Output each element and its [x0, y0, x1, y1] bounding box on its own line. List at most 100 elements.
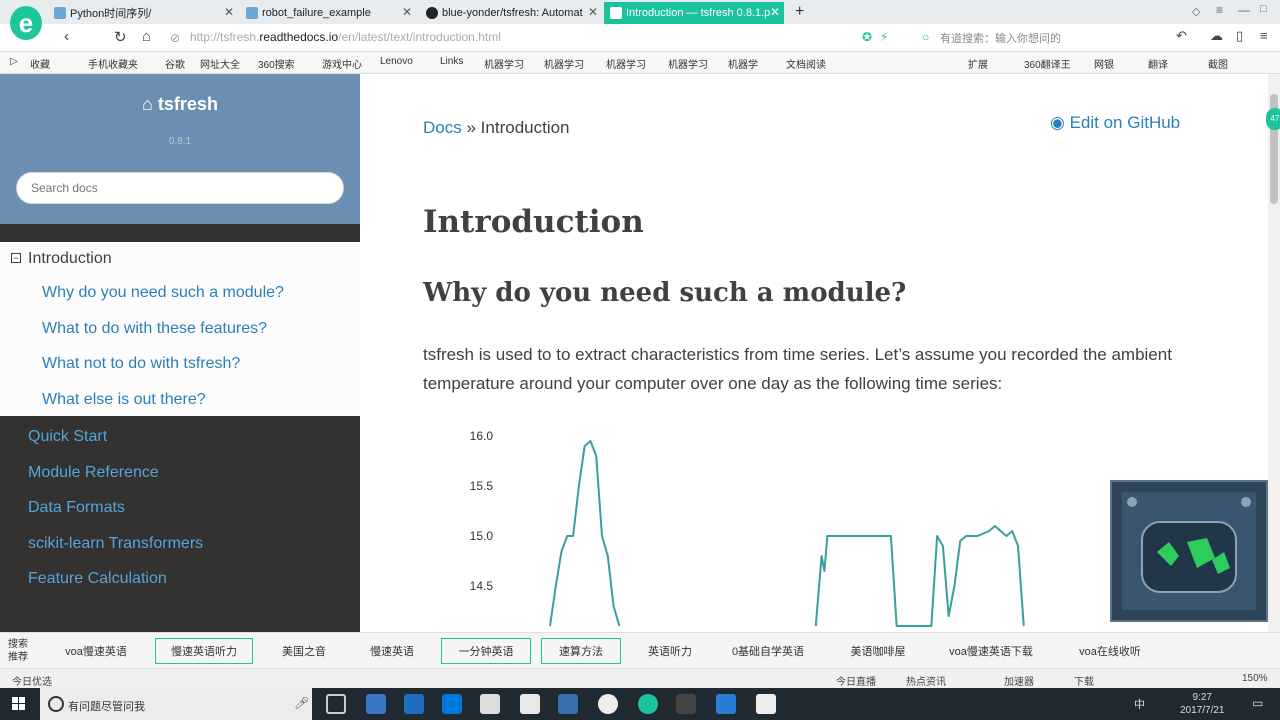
bookmark-item[interactable]: 360翻译王 [1024, 56, 1071, 71]
suggest-item[interactable]: 慢速英语 [352, 638, 432, 664]
bookmark-item[interactable]: 扩展 [968, 56, 988, 71]
url-field[interactable]: http://tsfresh.readthedocs.io/en/latest/… [190, 30, 501, 44]
toc-subitem[interactable]: What to do with these features? [42, 320, 267, 338]
toc-subitem[interactable]: What not to do with tsfresh? [42, 355, 240, 373]
bookmark-item[interactable]: 网银 [1094, 56, 1114, 71]
collapse-icon[interactable]: − [11, 253, 21, 263]
back-icon[interactable]: ‹ [64, 28, 69, 45]
close-icon[interactable]: ✕ [770, 5, 780, 19]
app-icon[interactable] [716, 694, 736, 714]
menu-icon[interactable]: ≡ [1216, 3, 1223, 17]
suggest-item[interactable]: 美语咖啡屋 [830, 638, 926, 664]
close-icon[interactable]: ✕ [402, 5, 412, 19]
suggest-item[interactable]: 一分钟英语 [441, 638, 531, 664]
app-icon[interactable] [558, 694, 578, 714]
plot-area [549, 440, 1025, 627]
file-explorer-icon[interactable] [366, 694, 386, 714]
status-left[interactable]: 今日优选 [12, 673, 52, 688]
new-tab-button[interactable]: + [795, 3, 804, 21]
speed-icon[interactable]: ✪ [862, 30, 872, 44]
toc-item-introduction[interactable]: Introduction [28, 250, 112, 268]
notification-icon[interactable]: ▭ [1252, 696, 1263, 710]
cloud-icon[interactable]: ☁ [1210, 28, 1223, 44]
floating-video-widget[interactable] [1110, 480, 1268, 622]
shirt-icon[interactable]: ◇ [1192, 5, 1200, 18]
suggest-item[interactable]: voa在线收听 [1058, 638, 1162, 664]
breadcrumb-docs-link[interactable]: Docs [423, 118, 462, 137]
ime-indicator[interactable]: 中 [1134, 696, 1145, 712]
bookmark-item[interactable]: 游戏中心 [322, 56, 362, 71]
browser-360-icon[interactable] [638, 694, 658, 714]
tab-python-time-series[interactable]: Python时间序列/ ✕ [48, 2, 238, 24]
tab-robot-failure[interactable]: robot_failure_example ✕ [240, 2, 416, 24]
taskbar-search[interactable]: 有问题尽管问我 🎤︎ [40, 688, 312, 720]
lightning-icon[interactable]: ⚡ [880, 30, 888, 44]
store-icon[interactable] [442, 694, 462, 714]
bookmark-item[interactable]: Lenovo [380, 56, 413, 67]
status-item[interactable]: 热点资讯 [906, 673, 946, 688]
search-icon: ○ [922, 30, 930, 44]
minimize-icon[interactable]: — [1238, 3, 1250, 17]
chrome-icon[interactable] [598, 694, 618, 714]
status-item[interactable]: 下载 [1074, 673, 1094, 688]
status-item[interactable]: 今日直播 [836, 673, 876, 688]
home-icon[interactable]: ⌂ [142, 28, 151, 45]
refresh-icon[interactable]: ↻ [114, 28, 127, 46]
more-menu-icon[interactable]: ≡ [1260, 28, 1268, 43]
app-icon[interactable] [480, 694, 500, 714]
windows-start-icon[interactable] [12, 697, 26, 711]
system-clock[interactable]: 9:27 2017/7/21 [1180, 691, 1225, 717]
bookmark-item[interactable]: 截图 [1208, 56, 1228, 71]
suggest-item[interactable]: voa慢速英语下载 [935, 638, 1047, 664]
toc-subitem[interactable]: Why do you need such a module? [42, 284, 284, 302]
tab-introduction-tsfresh[interactable]: Introduction — tsfresh 0.8.1.p ✕ [604, 2, 784, 24]
search-docs-input[interactable] [16, 172, 344, 204]
bookmark-item[interactable]: Links [440, 56, 463, 67]
suggest-item[interactable]: 美国之音 [262, 638, 346, 664]
bookmarks-toggle-icon[interactable]: ▷ [10, 56, 18, 67]
page-scrollbar[interactable] [1268, 74, 1280, 632]
bookmark-item[interactable]: 谷歌 [165, 56, 185, 71]
undo-icon[interactable]: ↶ [1176, 28, 1187, 44]
edit-on-github-link[interactable]: ◉ Edit on GitHub [1050, 113, 1180, 133]
suggest-item[interactable]: 速算方法 [541, 638, 621, 664]
address-search-input[interactable]: 有道搜索：输入你想问的 [940, 30, 1061, 46]
toc-item-quick-start[interactable]: Quick Start [28, 428, 107, 446]
status-item[interactable]: 加速器 [1004, 673, 1034, 688]
toc-item-module-reference[interactable]: Module Reference [28, 464, 159, 482]
toc-subitem[interactable]: What else is out there? [42, 391, 206, 409]
bookmark-item[interactable]: 手机收藏夹 [88, 56, 138, 71]
bookmark-item[interactable]: 翻译 [1148, 56, 1168, 71]
phone-icon[interactable]: ▯ [1236, 28, 1243, 44]
toc-item-sklearn-transformers[interactable]: scikit-learn Transformers [28, 535, 203, 553]
browser-logo[interactable]: e [10, 6, 42, 40]
bookmark-item[interactable]: 机器学 [728, 56, 758, 71]
edge-icon[interactable] [404, 694, 424, 714]
suggest-item[interactable]: voa慢速英语 [50, 638, 142, 664]
app-icon[interactable] [676, 694, 696, 714]
bookmark-item[interactable]: 360搜索 [258, 56, 295, 71]
close-icon[interactable]: ✕ [588, 5, 598, 19]
bookmark-item[interactable]: 收藏 [30, 56, 50, 71]
toc-item-feature-calculation[interactable]: Feature Calculation [28, 570, 167, 588]
task-view-icon[interactable] [326, 694, 346, 714]
suggest-item[interactable]: 英语听力 [630, 638, 710, 664]
toc-item-data-formats[interactable]: Data Formats [28, 499, 125, 517]
zoom-level[interactable]: 150% [1242, 673, 1268, 684]
bookmark-item[interactable]: 机器学习 [668, 56, 708, 71]
close-icon[interactable]: ✕ [224, 5, 234, 19]
suggest-item[interactable]: 慢速英语听力 [155, 638, 253, 664]
bookmark-item[interactable]: 机器学习 [606, 56, 646, 71]
tab-github-tsfresh[interactable]: blue-yonder/tsfresh: Automat ✕ [420, 2, 602, 24]
project-logo[interactable]: ⌂ tsfresh [0, 94, 360, 115]
microphone-icon[interactable]: 🎤︎ [294, 696, 309, 710]
bookmark-item[interactable]: 机器学习 [484, 56, 524, 71]
bookmark-item[interactable]: 网址大全 [200, 56, 240, 71]
app-icon[interactable] [756, 694, 776, 714]
suggest-item[interactable]: 0基础自学英语 [718, 638, 818, 664]
suggest-label: 搜索推荐 [8, 639, 28, 663]
bookmark-item[interactable]: 机器学习 [544, 56, 584, 71]
bookmark-item[interactable]: 文档阅读 [786, 56, 826, 71]
maximize-icon[interactable]: □ [1260, 3, 1267, 15]
app-icon[interactable] [520, 694, 540, 714]
